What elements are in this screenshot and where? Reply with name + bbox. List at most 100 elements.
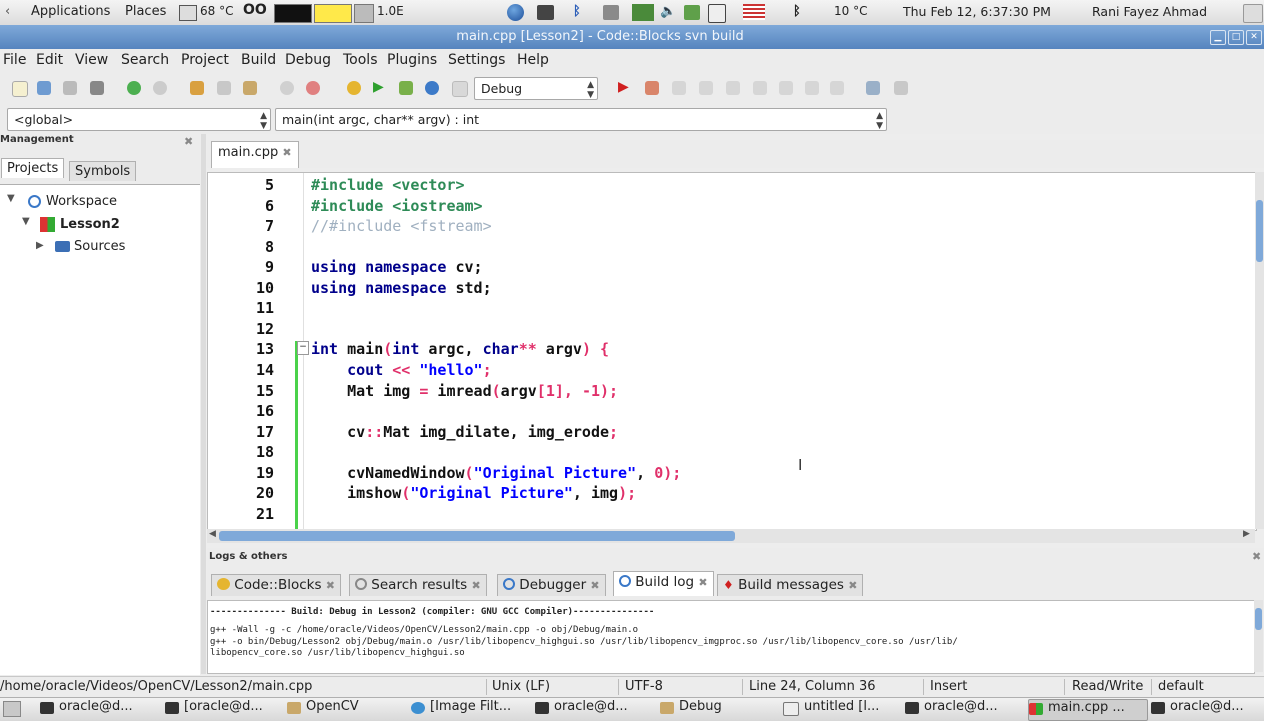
run-to-cursor-icon[interactable]: [645, 81, 659, 95]
task-image-filter[interactable]: [Image Filt...: [411, 699, 529, 719]
collapse-arrow-icon[interactable]: ▶: [36, 240, 44, 251]
tab-search-results[interactable]: Search results ✖: [349, 574, 487, 596]
clock[interactable]: Thu Feb 12, 6:37:30 PM: [903, 4, 1051, 19]
logs-scrollbar[interactable]: [1254, 600, 1263, 672]
show-desktop-icon[interactable]: [3, 701, 21, 717]
task-terminal-5[interactable]: oracle@d...: [1151, 699, 1264, 719]
volume-icon[interactable]: 🔈: [660, 4, 676, 19]
scroll-right-icon[interactable]: ▶: [1243, 529, 1250, 539]
applications-menu[interactable]: Applications: [31, 4, 110, 19]
task-terminal-3[interactable]: oracle@d...: [535, 699, 655, 719]
tab-build-messages[interactable]: ♦ Build messages ✖: [717, 574, 864, 596]
task-debug-folder[interactable]: Debug: [660, 699, 775, 719]
update-icon[interactable]: [684, 5, 700, 20]
task-opencv-folder[interactable]: OpenCV: [287, 699, 402, 719]
expand-arrow-icon[interactable]: ▼: [22, 216, 30, 227]
rebuild-icon[interactable]: [425, 81, 439, 95]
horizontal-scroll-thumb[interactable]: [219, 531, 735, 541]
abort-icon[interactable]: [452, 81, 468, 97]
weather-temperature[interactable]: 10 °C: [834, 4, 867, 18]
close-tab-icon[interactable]: ✖: [282, 146, 291, 159]
step-out-icon[interactable]: [726, 81, 740, 95]
new-file-icon[interactable]: [12, 81, 28, 97]
copy-icon[interactable]: [217, 81, 231, 95]
tab-codeblocks-log[interactable]: Code::Blocks ✖: [211, 574, 342, 596]
globe-icon[interactable]: [507, 4, 524, 21]
code-editor[interactable]: − 5 6 7 8 9 10 11 12 13 14 15 16 17 18 1…: [207, 172, 1257, 531]
menu-search[interactable]: Search: [121, 52, 169, 68]
build-log-output[interactable]: -------------- Build: Debug in Lesson2 (…: [207, 600, 1255, 674]
tab-symbols[interactable]: Symbols: [69, 161, 137, 181]
undo-icon[interactable]: [127, 81, 141, 95]
us-flag-icon[interactable]: [743, 4, 765, 20]
close-tab-icon[interactable]: ✖: [326, 579, 335, 592]
bluetooth-icon[interactable]: ᛒ: [573, 4, 581, 19]
menu-tools[interactable]: Tools: [343, 52, 378, 68]
panel-left-arrow-icon[interactable]: ‹: [5, 4, 10, 19]
build-gear-icon[interactable]: [347, 81, 361, 95]
menu-file[interactable]: File: [3, 52, 26, 68]
task-untitled[interactable]: untitled [l...: [783, 699, 903, 719]
cut-icon[interactable]: [190, 81, 204, 95]
run-icon[interactable]: ▶: [373, 79, 384, 95]
minimize-icon[interactable]: ▁: [1210, 30, 1226, 45]
task-codeblocks[interactable]: main.cpp ...: [1028, 699, 1148, 721]
menu-settings[interactable]: Settings: [448, 52, 505, 68]
memory-monitor-graph[interactable]: [314, 4, 352, 23]
break-debugger-icon[interactable]: [830, 81, 844, 95]
stop-debugger-icon[interactable]: [779, 81, 793, 95]
task-terminal-4[interactable]: oracle@d...: [905, 699, 1025, 719]
tree-sources[interactable]: Sources: [74, 239, 125, 254]
logs-scroll-thumb[interactable]: [1255, 608, 1262, 630]
save-icon[interactable]: [63, 81, 77, 95]
editor-tab-main-cpp[interactable]: main.cpp ✖: [211, 141, 299, 168]
debug-windows-icon[interactable]: [866, 81, 880, 95]
menu-help[interactable]: Help: [517, 52, 549, 68]
power-icon[interactable]: [1243, 4, 1263, 23]
maximize-icon[interactable]: □: [1228, 30, 1244, 45]
pause-debugger-icon[interactable]: [805, 81, 819, 95]
clipboard-icon[interactable]: [708, 4, 726, 23]
system-monitor-graph[interactable]: [274, 4, 312, 23]
network-monitor-icon[interactable]: [632, 4, 654, 21]
next-instruction-icon[interactable]: [753, 81, 767, 95]
close-icon[interactable]: ✕: [1246, 30, 1262, 45]
disk-monitor-graph[interactable]: [354, 4, 374, 23]
tab-projects[interactable]: Projects: [1, 158, 65, 178]
close-tab-icon[interactable]: ✖: [590, 579, 599, 592]
window-titlebar[interactable]: main.cpp [Lesson2] - Code::Blocks svn bu…: [0, 25, 1264, 49]
redo-icon[interactable]: [153, 81, 167, 95]
paste-icon[interactable]: [243, 81, 257, 95]
cpu-monitor-icon[interactable]: [179, 5, 197, 21]
menu-build[interactable]: Build: [241, 52, 276, 68]
tree-project[interactable]: Lesson2: [60, 217, 120, 232]
save-all-icon[interactable]: [90, 81, 104, 95]
build-and-run-icon[interactable]: [399, 81, 413, 95]
close-logs-icon[interactable]: ✖: [1252, 550, 1261, 563]
scroll-left-icon[interactable]: ◀: [209, 529, 216, 539]
close-tab-icon[interactable]: ✖: [472, 579, 481, 592]
build-target-select[interactable]: Debug ▲ ▼: [474, 77, 598, 100]
task-terminal-1[interactable]: oracle@d...: [40, 699, 175, 719]
tab-debugger[interactable]: Debugger ✖: [497, 574, 606, 596]
menu-plugins[interactable]: Plugins: [387, 52, 437, 68]
user-menu[interactable]: Rani Fayez Ahmad: [1092, 4, 1207, 19]
vertical-scroll-thumb[interactable]: [1256, 200, 1263, 262]
function-select[interactable]: main(int argc, char** argv) : int ▲ ▼: [275, 108, 887, 131]
close-tab-icon[interactable]: ✖: [698, 576, 707, 589]
close-panel-icon[interactable]: ✖: [184, 135, 193, 148]
step-into-icon[interactable]: [699, 81, 713, 95]
editor-vertical-scrollbar[interactable]: [1255, 172, 1264, 529]
close-tab-icon[interactable]: ✖: [848, 579, 857, 592]
tree-workspace[interactable]: Workspace: [46, 194, 117, 209]
bluetooth-tray-icon[interactable]: ᛒ: [793, 4, 801, 19]
next-line-icon[interactable]: [672, 81, 686, 95]
places-menu[interactable]: Places: [125, 4, 166, 19]
menu-debug[interactable]: Debug: [285, 52, 331, 68]
open-file-icon[interactable]: [37, 81, 51, 95]
display-icon[interactable]: [603, 5, 619, 20]
various-info-icon[interactable]: [894, 81, 908, 95]
menu-edit[interactable]: Edit: [36, 52, 63, 68]
debug-start-icon[interactable]: ▶: [618, 79, 629, 95]
panel-splitter[interactable]: [201, 134, 206, 674]
